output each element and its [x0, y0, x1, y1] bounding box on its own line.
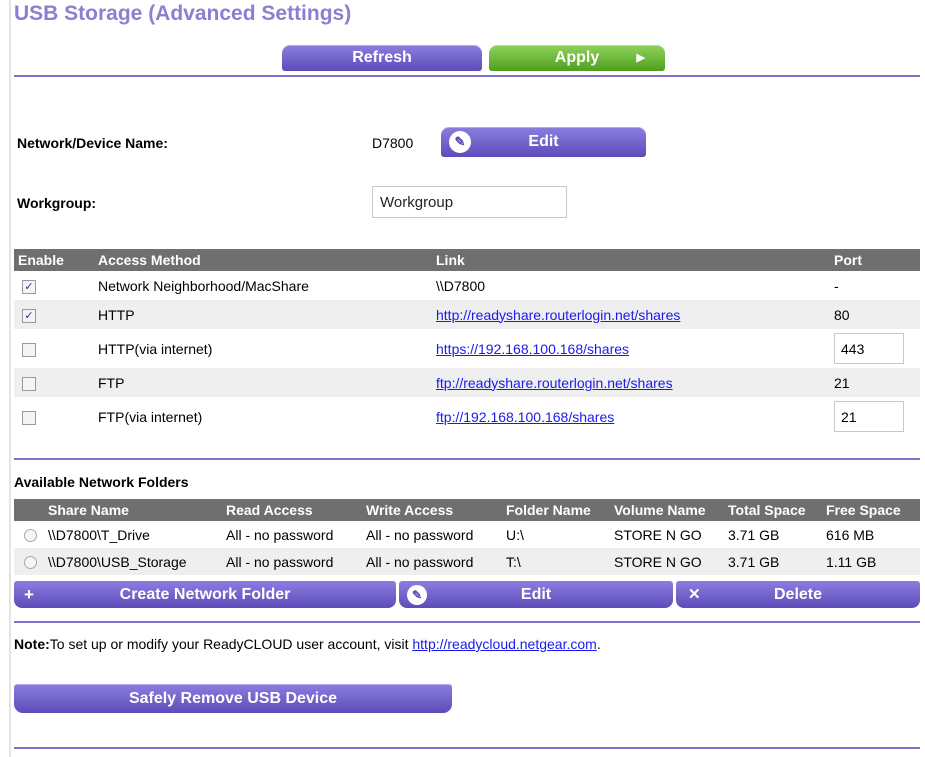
note-text: To set up or modify your ReadyCLOUD user… [49, 636, 413, 652]
workgroup-label: Workgroup: [17, 195, 97, 211]
safely-remove-label: Safely Remove USB Device [128, 690, 338, 707]
write-access-cell: All - no password [362, 548, 502, 575]
port-cell: 80 [830, 300, 920, 329]
link[interactable]: ftp://readyshare.routerlogin.net/shares [436, 375, 673, 391]
top-divider [14, 75, 920, 77]
read-access-cell: All - no password [226, 526, 334, 543]
bottom-divider [14, 747, 920, 749]
free-space-cell: 1.11 GB [822, 548, 920, 575]
link-cell: \\D7800 [436, 277, 486, 294]
readycloud-note: Note:To set up or modify your ReadyCLOUD… [14, 636, 601, 652]
read-access-cell: All - no password [222, 548, 362, 575]
refresh-label: Refresh [352, 49, 412, 66]
pencil-icon: ✎ [449, 131, 471, 153]
enable-checkbox[interactable] [22, 342, 36, 357]
close-icon: ✕ [688, 586, 701, 603]
refresh-button[interactable]: Refresh [282, 45, 482, 71]
edit-folder-label: Edit [520, 586, 552, 603]
table-row: FTP ftp://readyshare.routerlogin.net/sha… [14, 368, 920, 397]
lower-divider [14, 621, 920, 623]
free-space-cell: 616 MB [826, 526, 875, 543]
header-share-name: Share Name [44, 499, 222, 521]
table-row: FTP(via internet) ftp://192.168.100.168/… [14, 397, 920, 436]
access-method-cell: FTP(via internet) [98, 408, 203, 425]
enable-checkbox[interactable] [22, 410, 36, 425]
link[interactable]: http://readyshare.routerlogin.net/shares [436, 307, 680, 323]
table-row: \\D7800\USB_Storage All - no password Al… [14, 548, 920, 575]
access-method-cell: HTTP [94, 300, 432, 329]
enable-checkbox[interactable]: ✓ [22, 279, 36, 294]
header-read-access: Read Access [222, 499, 362, 521]
network-folders-table: Share Name Read Access Write Access Fold… [14, 499, 920, 575]
volume-name-cell: STORE N GO [614, 526, 702, 543]
table-row: ✓ HTTP http://readyshare.routerlogin.net… [14, 300, 920, 329]
create-folder-label: Create Network Folder [119, 586, 291, 603]
header-link: Link [432, 249, 830, 271]
total-space-cell: 3.71 GB [728, 526, 780, 543]
page-title: USB Storage (Advanced Settings) [14, 2, 352, 25]
access-method-cell: HTTP(via internet) [98, 340, 213, 357]
safely-remove-usb-button[interactable]: Safely Remove USB Device [14, 684, 452, 713]
note-prefix: Note: [14, 636, 50, 652]
note-suffix: . [596, 636, 601, 652]
pencil-icon: ✎ [407, 585, 427, 605]
total-space-cell: 3.71 GB [724, 548, 822, 575]
workgroup-input[interactable] [372, 186, 567, 218]
header-access-method: Access Method [94, 249, 432, 271]
volume-name-cell: STORE N GO [610, 548, 724, 575]
create-network-folder-button[interactable]: + Create Network Folder [14, 581, 396, 608]
folder-name-cell: T:\ [502, 548, 610, 575]
header-enable: Enable [14, 249, 94, 271]
access-method-cell: FTP [94, 368, 432, 397]
play-arrow-icon: ▶ [636, 52, 645, 64]
device-name-value: D7800 [372, 135, 414, 151]
edit-device-name-button[interactable]: ✎ Edit [441, 127, 646, 157]
available-folders-heading: Available Network Folders [14, 474, 189, 490]
header-folder-name: Folder Name [502, 499, 610, 521]
header-volume-name: Volume Name [610, 499, 724, 521]
link[interactable]: ftp://192.168.100.168/shares [436, 409, 614, 425]
header-port: Port [830, 249, 920, 271]
table-row: ✓ Network Neighborhood/MacShare \\D7800 … [14, 271, 920, 300]
write-access-cell: All - no password [366, 526, 474, 543]
apply-button[interactable]: Apply ▶ [489, 45, 665, 71]
readycloud-link[interactable]: http://readycloud.netgear.com [412, 636, 596, 652]
port-cell: - [834, 277, 839, 294]
enable-checkbox[interactable] [22, 376, 36, 391]
share-name-cell: \\D7800\T_Drive [48, 526, 150, 543]
folder-name-cell: U:\ [506, 526, 524, 543]
header-total-space: Total Space [724, 499, 822, 521]
folder-radio[interactable] [24, 529, 37, 543]
plus-icon: + [24, 585, 34, 604]
port-input[interactable] [834, 401, 904, 432]
table-row: \\D7800\T_Drive All - no password All - … [14, 521, 920, 548]
delete-folder-label: Delete [773, 586, 823, 603]
share-name-cell: \\D7800\USB_Storage [44, 548, 222, 575]
link[interactable]: https://192.168.100.168/shares [436, 341, 629, 357]
middle-divider [14, 458, 920, 460]
apply-label: Apply [554, 49, 600, 66]
edit-device-label: Edit [528, 133, 559, 150]
delete-folder-button[interactable]: ✕ Delete [676, 581, 920, 608]
access-method-cell: Network Neighborhood/MacShare [98, 277, 309, 294]
page-border [9, 0, 11, 757]
folder-radio[interactable] [24, 556, 37, 570]
header-free-space: Free Space [822, 499, 920, 521]
port-input[interactable] [834, 333, 904, 364]
access-method-table: Enable Access Method Link Port ✓ Network… [14, 249, 920, 436]
port-cell: 21 [830, 368, 920, 397]
header-write-access: Write Access [362, 499, 502, 521]
device-name-label: Network/Device Name: [17, 135, 168, 151]
table-row: HTTP(via internet) https://192.168.100.1… [14, 329, 920, 368]
enable-checkbox[interactable]: ✓ [22, 308, 36, 323]
edit-folder-button[interactable]: ✎ Edit [399, 581, 673, 608]
